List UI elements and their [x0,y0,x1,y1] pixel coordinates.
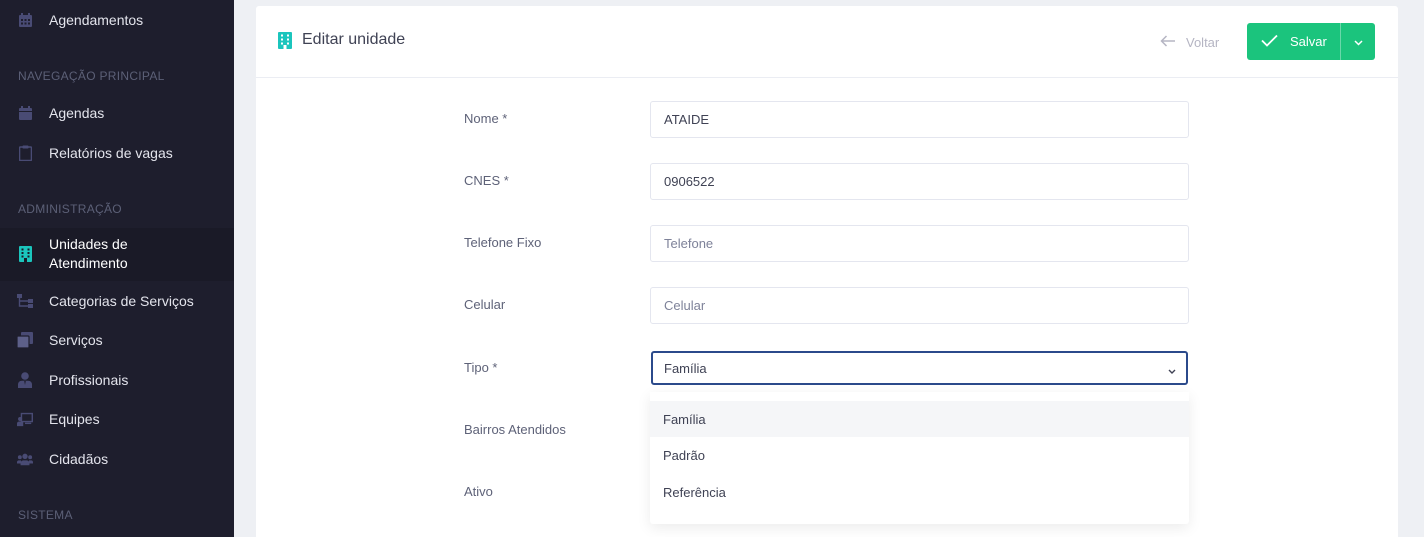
clipboard-icon [17,145,33,161]
celular-label: Celular [464,297,506,312]
bairros-label: Bairros Atendidos [464,422,566,437]
users-icon [17,451,33,467]
save-button-group: Salvar [1247,23,1375,60]
chalkboard-user-icon [17,411,33,427]
save-button[interactable]: Salvar [1247,23,1340,60]
sidebar: Agendamentos NAVEGAÇÃO PRINCIPAL Agendas… [0,0,234,537]
ativo-label: Ativo [464,484,493,499]
sidebar-item-label: Relatórios de vagas [49,144,173,161]
sidebar-item-categorias[interactable]: Categorias de Serviços [0,291,234,311]
calendar-grid-icon [17,12,33,28]
sidebar-item-relatorios[interactable]: Relatórios de vagas [0,143,234,163]
celular-input[interactable] [650,287,1189,324]
sidebar-item-profissionais[interactable]: Profissionais [0,370,234,390]
save-button-label: Salvar [1290,34,1327,49]
tipo-option[interactable]: Referência [650,474,1189,510]
section-title-administracao: ADMINISTRAÇÃO [18,202,122,216]
sidebar-item-servicos[interactable]: Serviços [0,330,234,350]
cnes-input[interactable] [650,163,1189,200]
tipo-dropdown-menu: Família Padrão Referência [650,392,1189,524]
back-button-label: Voltar [1186,34,1220,50]
sidebar-item-label: Categorias de Serviços [49,292,194,309]
sidebar-item-cidadaos[interactable]: Cidadãos [0,449,234,469]
building-icon [278,32,292,54]
sidebar-item-label: Equipes [49,410,100,427]
section-title-sistema: SISTEMA [18,508,73,522]
check-icon [1261,34,1278,50]
telefone-label: Telefone Fixo [464,235,542,250]
sidebar-item-agendas[interactable]: Agendas [0,103,234,123]
sidebar-item-label: Cidadãos [49,450,109,467]
sidebar-item-label-line1: Unidades de [49,236,128,252]
sidebar-item-label-line2: Atendimento [49,255,128,271]
back-button[interactable]: Voltar [1160,33,1219,51]
telefone-input[interactable] [650,225,1189,262]
sidebar-item-label: Profissionais [49,371,129,388]
calendar-icon [17,105,33,121]
arrow-left-icon [1160,34,1176,50]
page-title: Editar unidade [302,31,406,48]
layers-icon [17,332,33,348]
tipo-option[interactable]: Família [650,401,1189,437]
user-tie-icon [17,372,33,388]
nome-label: Nome * [464,111,508,126]
sidebar-item-agendamentos[interactable]: Agendamentos [0,10,234,30]
tipo-select-value: Família [664,360,707,376]
tipo-select[interactable]: Família [651,351,1188,385]
nome-input[interactable] [650,101,1189,138]
section-title-navegacao: NAVEGAÇÃO PRINCIPAL [18,69,165,83]
tipo-label: Tipo * [464,360,498,375]
save-options-toggle[interactable] [1341,23,1375,60]
chevron-down-icon [1168,363,1176,378]
sidebar-item-label: Agendamentos [49,11,144,28]
sitemap-icon [17,293,33,309]
card-header: Editar unidade Voltar Salvar [256,6,1398,78]
cnes-label: CNES * [464,173,509,188]
chevron-down-icon [1353,33,1363,51]
building-icon [17,246,33,262]
edit-unit-card: Editar unidade Voltar Salvar Nome * ATAI… [256,6,1398,537]
sidebar-item-label: Agendas [49,104,105,121]
sidebar-item-unidades[interactable]: Unidades de Atendimento [0,228,234,281]
sidebar-item-equipes[interactable]: Equipes [0,409,234,429]
tipo-option[interactable]: Padrão [650,437,1189,473]
sidebar-item-label: Serviços [49,331,103,348]
